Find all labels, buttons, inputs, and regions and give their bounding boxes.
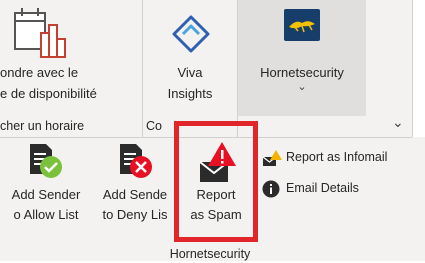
group-label-scheduling: cher un horaire bbox=[0, 119, 85, 133]
hornetsecurity-logo-icon bbox=[284, 9, 320, 41]
ribbon-collapse-chevron-icon[interactable]: ⌄ bbox=[392, 114, 404, 131]
report-as-infomail-button[interactable]: Report as Infomail bbox=[262, 147, 422, 169]
scheduling-label-line2: e de disponibilité bbox=[0, 86, 97, 101]
deny-label-line1: Add Sende bbox=[102, 187, 168, 202]
email-details-label: Email Details bbox=[286, 181, 359, 195]
viva-label-line1: Viva bbox=[177, 65, 203, 80]
document-deny-icon bbox=[120, 144, 152, 178]
scheduling-button[interactable]: ondre avec le e de disponibilité bbox=[0, 0, 142, 116]
highlight-frame bbox=[174, 121, 258, 242]
allow-label-line1: Add Sender bbox=[11, 187, 81, 202]
group-label-viva: Co bbox=[146, 119, 162, 133]
info-icon bbox=[262, 180, 280, 198]
group-separator bbox=[412, 0, 413, 137]
deny-label-line2: to Deny Lis bbox=[102, 207, 168, 222]
allow-label-line2: o Allow List bbox=[13, 207, 79, 222]
viva-label-line2: Insights bbox=[167, 86, 213, 101]
scheduling-label-line1: ondre avec le bbox=[0, 65, 79, 80]
document-check-icon bbox=[30, 144, 62, 178]
viva-insights-button[interactable]: Viva Insights bbox=[143, 0, 237, 116]
chevron-down-icon: ⌄ bbox=[297, 81, 307, 93]
email-details-button[interactable]: Email Details bbox=[262, 178, 422, 200]
calendar-chart-icon bbox=[14, 8, 66, 58]
viva-insights-icon bbox=[172, 15, 210, 53]
add-sender-allow-list-button[interactable]: Add Sender o Allow List bbox=[0, 140, 92, 240]
infomail-label: Report as Infomail bbox=[286, 150, 388, 164]
add-sender-deny-list-button[interactable]: Add Sende to Deny Lis bbox=[94, 140, 176, 240]
infomail-warning-envelope-icon bbox=[262, 150, 282, 166]
group-label-hornetsecurity: Hornetsecurity bbox=[169, 247, 251, 261]
hornetsecurity-menu-button[interactable]: Hornetsecurity ⌄ bbox=[238, 0, 366, 116]
